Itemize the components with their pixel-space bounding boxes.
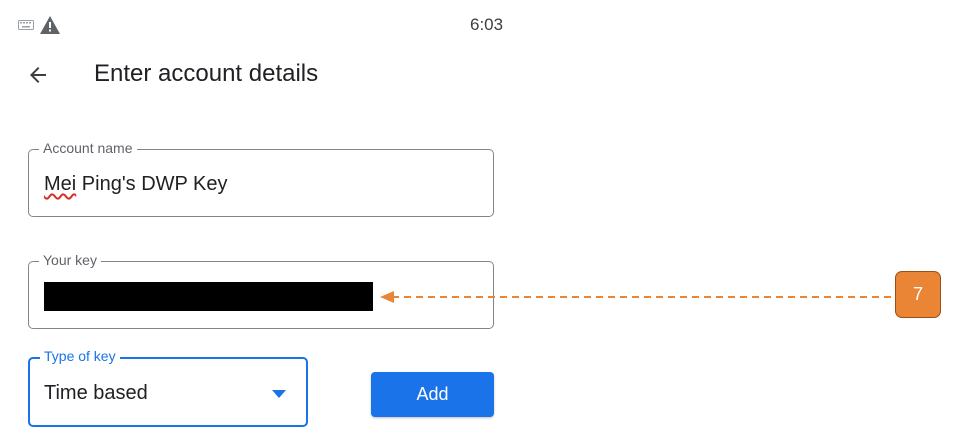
account-name-value[interactable]: Mei Ping's DWP Key: [44, 173, 228, 196]
type-of-key-value: Time based: [44, 382, 148, 404]
status-time: 6:03: [470, 15, 504, 34]
misspelled-word: Mei: [44, 173, 77, 195]
screen: 6:03 Enter account details Account name …: [0, 0, 965, 445]
type-of-key-label: Type of key: [40, 348, 120, 364]
add-button[interactable]: Add: [371, 372, 494, 417]
account-name-label: Account name: [39, 140, 137, 156]
arrow-back-icon[interactable]: [26, 63, 50, 87]
dropdown-arrow-icon[interactable]: [272, 390, 286, 398]
key-redaction-bar: [44, 282, 373, 311]
your-key-label: Your key: [39, 252, 101, 268]
account-name-field[interactable]: Account name Mei Ping's DWP Key: [28, 140, 494, 217]
annotation-badge: 7: [895, 271, 941, 318]
type-of-key-dropdown[interactable]: Type of key Time based: [28, 348, 308, 427]
warning-icon: [40, 16, 60, 34]
keyboard-icon: [18, 20, 34, 30]
account-name-rest: Ping's DWP Key: [76, 173, 228, 195]
page-title: Enter account details: [94, 60, 319, 87]
annotation-arrow: [380, 291, 896, 303]
status-bar: 6:03: [0, 0, 965, 50]
